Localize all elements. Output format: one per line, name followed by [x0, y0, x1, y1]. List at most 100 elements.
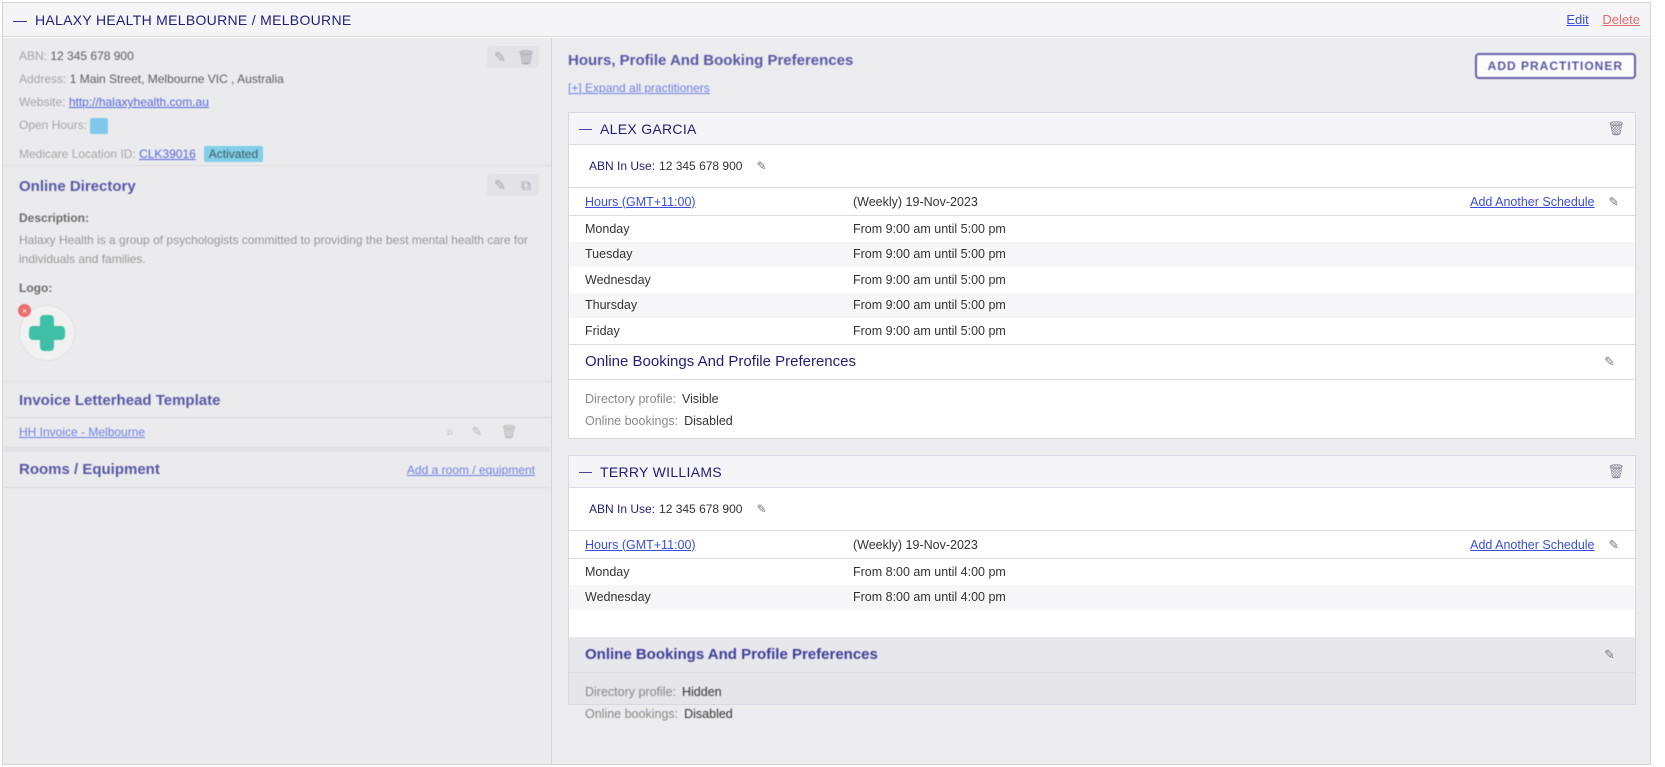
location-panel: — HALAXY HEALTH MELBOURNE / MELBOURNE Ed…	[2, 2, 1651, 765]
hours-section: Hours, Profile And Booking Preferences […	[552, 38, 1650, 764]
pencil-icon[interactable]: ✎	[756, 502, 766, 516]
online-bookings-label: Online bookings:	[585, 707, 679, 721]
delete-link[interactable]: Delete	[1602, 12, 1640, 27]
pencil-icon[interactable]: ✎	[1604, 354, 1615, 370]
online-bookings-value: Disabled	[684, 413, 733, 428]
abn-value: 12 345 678 900	[50, 49, 134, 63]
schedule-row: Tuesday From 9:00 am until 5:00 pm	[569, 241, 1635, 267]
open-hours-label: Open Hours:	[19, 118, 88, 133]
medicare-label: Medicare Location ID:	[19, 147, 136, 161]
hours-header: Hours, Profile And Booking Preferences […	[552, 38, 1650, 101]
description-text: Halaxy Health is a group of psychologist…	[19, 233, 528, 266]
pencil-icon[interactable]: ✎	[487, 46, 513, 68]
pencil-icon[interactable]: ✎	[487, 174, 513, 196]
day-name: Monday	[585, 221, 630, 236]
address-label: Address:	[19, 72, 67, 86]
rooms-equipment: Rooms / Equipment Add a room / equipment	[3, 448, 551, 488]
schedule-row: Wednesday From 9:00 am until 5:00 pm	[569, 267, 1635, 293]
add-schedule-link[interactable]: Add Another Schedule	[1470, 195, 1594, 209]
website-link[interactable]: http://halaxyhealth.com.au	[69, 95, 209, 109]
day-hours: From 8:00 am until 4:00 pm	[853, 590, 1006, 605]
trash-icon[interactable]: 🗑	[500, 424, 517, 440]
collapse-icon[interactable]: —	[13, 12, 27, 28]
expand-all-link[interactable]: [+] Expand all practitioners	[568, 81, 1634, 95]
day-name: Thursday	[585, 298, 638, 313]
practitioner-card: — TERRY WILLIAMS 🗑 ABN In Use: 12 345 67…	[568, 455, 1636, 721]
open-hours-swatch[interactable]	[90, 118, 109, 134]
add-room-link[interactable]: Add a room / equipment	[407, 463, 535, 477]
schedule-header: Hours (GMT+11:00) (Weekly) 19-Nov-2023 A…	[569, 531, 1635, 559]
preferences-section: Online Bookings And Profile Preferences …	[569, 637, 1635, 721]
rooms-title: Rooms / Equipment	[19, 461, 160, 478]
day-hours: From 9:00 am until 5:00 pm	[853, 323, 1006, 338]
directory-title: Online Directory	[19, 178, 136, 195]
preferences-header: Online Bookings And Profile Preferences …	[569, 343, 1635, 380]
pencil-icon[interactable]: ✎	[1609, 537, 1619, 552]
day-name: Friday	[585, 323, 620, 338]
preferences-header: Online Bookings And Profile Preferences …	[569, 637, 1635, 673]
hours-timezone-link[interactable]: Hours (GMT+11:00)	[585, 195, 696, 209]
online-bookings-row: Online bookings: Disabled	[569, 410, 1635, 432]
pencil-icon[interactable]: ✎	[756, 159, 766, 173]
location-actions: ✎ 🗑	[487, 46, 539, 68]
add-schedule-link[interactable]: Add Another Schedule	[1470, 538, 1594, 552]
practitioner-header: — TERRY WILLIAMS 🗑	[569, 456, 1635, 488]
trash-icon[interactable]: 🗑	[513, 46, 539, 68]
invoice-template-link[interactable]: HH Invoice - Melbourne	[19, 425, 145, 439]
day-name: Monday	[585, 564, 630, 579]
abn-in-use-row: ABN In Use: 12 345 678 900 ✎	[569, 145, 1635, 188]
online-bookings-value: Disabled	[684, 707, 733, 721]
location-info: ✎ 🗑 ABN: 12 345 678 900 Address: 1 Main …	[3, 38, 551, 166]
medicare-id-link[interactable]: CLK39016	[139, 147, 196, 161]
abn-in-use-label: ABN In Use:	[589, 502, 656, 516]
location-title: HALAXY HEALTH MELBOURNE / MELBOURNE	[35, 11, 352, 28]
preferences-title: Online Bookings And Profile Preferences	[585, 646, 878, 663]
day-name: Tuesday	[585, 247, 633, 262]
pencil-icon[interactable]: ✎	[472, 424, 483, 440]
abn-in-use-value: 12 345 678 900	[659, 502, 743, 516]
directory-profile-value: Visible	[682, 391, 719, 406]
schedule-row: Monday From 8:00 am until 4:00 pm	[569, 559, 1635, 585]
edit-link[interactable]: Edit	[1566, 12, 1588, 27]
directory-actions: ✎ ⧉	[487, 174, 539, 196]
abn-in-use-value: 12 345 678 900	[659, 159, 743, 173]
status-badge: Activated	[203, 146, 264, 162]
practitioner-name: TERRY WILLIAMS	[600, 463, 722, 480]
address-value: 1 Main Street, Melbourne VIC , Australia	[69, 72, 284, 86]
trash-icon[interactable]: 🗑	[1607, 120, 1625, 137]
medical-cross-icon	[29, 315, 65, 351]
location-details: ✎ 🗑 ABN: 12 345 678 900 Address: 1 Main …	[3, 38, 552, 764]
schedule-label: (Weekly) 19-Nov-2023	[853, 537, 978, 552]
description-label: Description:	[19, 211, 90, 225]
directory-profile-value: Hidden	[682, 685, 722, 699]
pencil-icon[interactable]: ✎	[1609, 194, 1619, 209]
online-bookings-label: Online bookings:	[585, 413, 679, 428]
day-hours: From 9:00 am until 5:00 pm	[853, 272, 1006, 287]
abn-in-use-label: ABN In Use:	[589, 159, 656, 173]
directory-profile-row: Directory profile: Hidden	[569, 681, 1635, 703]
day-hours: From 9:00 am until 5:00 pm	[853, 298, 1006, 313]
schedule-row: Monday From 9:00 am until 5:00 pm	[569, 216, 1635, 242]
schedule-row: Friday From 9:00 am until 5:00 pm	[569, 318, 1635, 344]
day-name: Wednesday	[585, 272, 651, 287]
practitioner-header: — ALEX GARCIA 🗑	[569, 113, 1635, 145]
hours-timezone-link[interactable]: Hours (GMT+11:00)	[585, 538, 696, 552]
practitioner-name: ALEX GARCIA	[600, 120, 697, 137]
location-header: — HALAXY HEALTH MELBOURNE / MELBOURNE Ed…	[3, 3, 1650, 37]
pencil-icon[interactable]: ✎	[1604, 647, 1615, 663]
collapse-icon[interactable]: —	[579, 121, 592, 136]
remove-logo-icon[interactable]: ×	[18, 304, 31, 317]
invoice-template-row: HH Invoice - Melbourne ⌕ ✎ 🗑	[3, 418, 551, 448]
schedule-row: Wednesday From 8:00 am until 4:00 pm	[569, 584, 1635, 610]
add-practitioner-button[interactable]: ADD PRACTITIONER	[1474, 53, 1636, 79]
website-label: Website:	[19, 95, 66, 109]
directory-profile-label: Directory profile:	[585, 685, 676, 699]
logo-label: Logo:	[19, 281, 53, 295]
schedule-header: Hours (GMT+11:00) (Weekly) 19-Nov-2023 A…	[569, 188, 1635, 216]
external-link-icon[interactable]: ⧉	[513, 174, 539, 196]
collapse-icon[interactable]: —	[579, 464, 592, 479]
search-icon[interactable]: ⌕	[446, 424, 453, 440]
trash-icon[interactable]: 🗑	[1607, 463, 1625, 480]
preferences-title: Online Bookings And Profile Preferences	[585, 353, 856, 370]
schedule-row: Thursday From 9:00 am until 5:00 pm	[569, 292, 1635, 318]
